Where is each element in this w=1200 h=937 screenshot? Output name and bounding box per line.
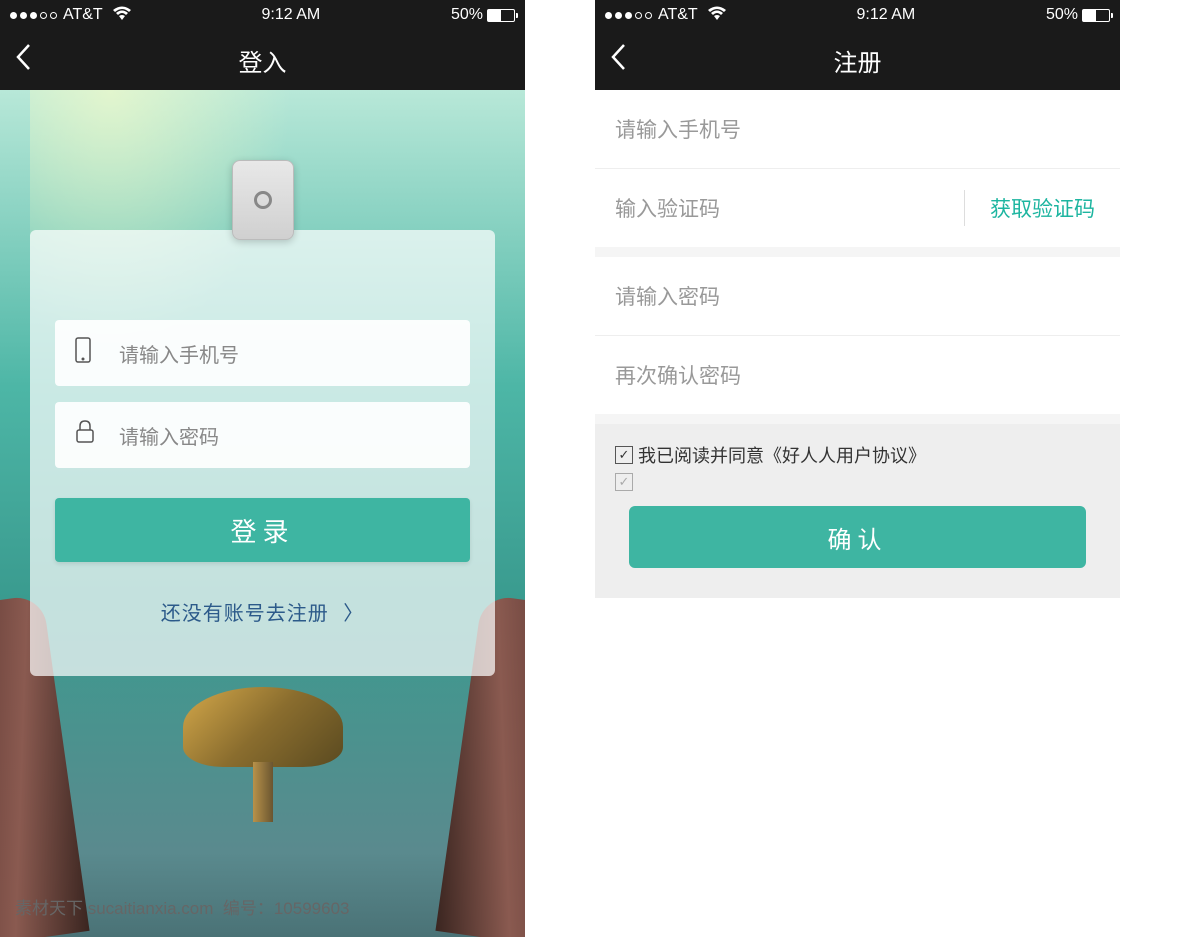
watermark: 素材天下 sucaitianxia.com 编号：10599603 xyxy=(15,894,349,919)
register-screen: AT&T 9:12 AM 50% 注册 请输入手机号 输入验证码 xyxy=(595,0,1120,937)
register-link-text: 还没有账号去注册 xyxy=(161,603,329,625)
register-link[interactable]: 还没有账号去注册 〉 xyxy=(55,597,470,626)
wifi-icon xyxy=(708,6,726,25)
register-form: 请输入手机号 输入验证码 获取验证码 请输入密码 再次确认密码 ✓ 我已阅读并同… xyxy=(595,90,1120,937)
carrier-label: AT&T xyxy=(658,6,698,24)
login-background: 请输入手机号 请输入密码 登录 还没有账号去注册 〉 xyxy=(0,90,525,937)
nav-bar: 登入 xyxy=(0,30,525,90)
chevron-right-icon: 〉 xyxy=(343,603,364,625)
battery-percent: 50% xyxy=(451,6,483,24)
status-bar: AT&T 9:12 AM 50% xyxy=(595,0,1120,30)
lock-tab-icon xyxy=(232,160,294,240)
battery-percent: 50% xyxy=(1046,6,1078,24)
confirm-button[interactable]: 确认 xyxy=(629,506,1086,568)
time-label: 9:12 AM xyxy=(261,6,320,24)
password-placeholder: 请输入密码 xyxy=(119,421,219,450)
back-button[interactable] xyxy=(15,43,31,78)
nav-bar: 注册 xyxy=(595,30,1120,90)
wifi-icon xyxy=(113,6,131,25)
phone-field[interactable]: 请输入手机号 xyxy=(55,320,470,386)
password-field[interactable]: 请输入密码 xyxy=(595,257,1120,336)
carrier-label: AT&T xyxy=(63,6,103,24)
phone-icon xyxy=(75,337,99,369)
time-label: 9:12 AM xyxy=(856,6,915,24)
login-button[interactable]: 登录 xyxy=(55,498,470,562)
password-field[interactable]: 请输入密码 xyxy=(55,402,470,468)
battery-icon xyxy=(487,9,515,22)
page-title: 注册 xyxy=(834,43,882,78)
secondary-checkbox[interactable]: ✓ xyxy=(615,473,633,491)
phone-field[interactable]: 请输入手机号 xyxy=(595,90,1120,169)
agreement-text: 我已阅读并同意《好人人用户协议》 xyxy=(638,442,926,468)
status-bar: AT&T 9:12 AM 50% xyxy=(0,0,525,30)
login-card: 请输入手机号 请输入密码 登录 还没有账号去注册 〉 xyxy=(30,230,495,676)
signal-strength-icon xyxy=(605,12,652,19)
page-title: 登入 xyxy=(239,43,287,78)
get-verify-code-button[interactable]: 获取验证码 xyxy=(965,169,1120,247)
battery-icon xyxy=(1082,9,1110,22)
verify-code-field[interactable]: 输入验证码 xyxy=(595,169,964,247)
back-button[interactable] xyxy=(610,43,626,78)
confirm-password-field[interactable]: 再次确认密码 xyxy=(595,336,1120,414)
phone-placeholder: 请输入手机号 xyxy=(119,339,239,368)
lock-icon xyxy=(75,420,99,450)
register-footer: ✓ 我已阅读并同意《好人人用户协议》 ✓ 确认 xyxy=(595,424,1120,598)
agreement-checkbox[interactable]: ✓ xyxy=(615,446,633,464)
login-screen: AT&T 9:12 AM 50% 登入 xyxy=(0,0,525,937)
signal-strength-icon xyxy=(10,12,57,19)
